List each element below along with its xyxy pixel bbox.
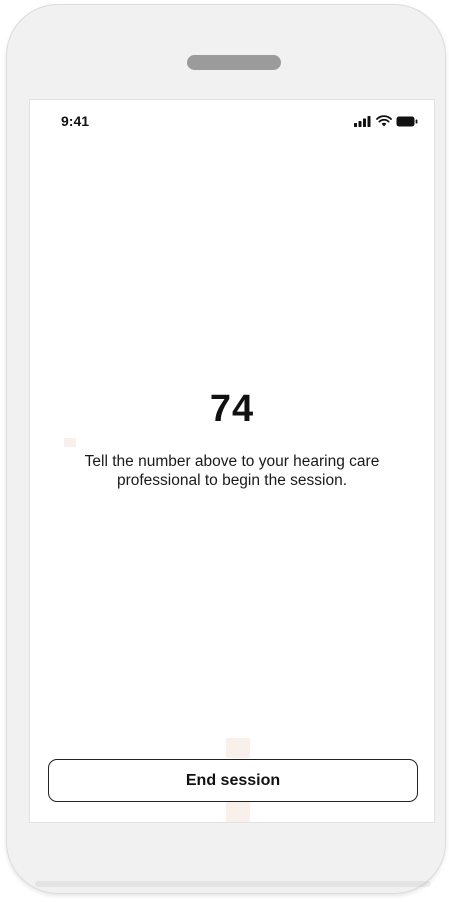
image-placeholder (226, 800, 250, 822)
speaker-grille (187, 55, 281, 70)
wifi-icon (376, 115, 392, 127)
session-number: 74 (209, 388, 255, 430)
signal-icon (354, 115, 371, 127)
session-instruction: Tell the number above to your hearing ca… (84, 453, 380, 489)
phone-bottom-edge (35, 881, 431, 887)
phone-frame: 9:41 74 Tell the number above to your he… (6, 4, 446, 894)
status-icons (354, 115, 418, 127)
app-screen: 9:41 74 Tell the number above to your he… (29, 99, 435, 823)
end-session-button[interactable]: End session (48, 759, 418, 802)
battery-icon (396, 116, 418, 126)
status-time: 9:41 (61, 113, 90, 129)
image-placeholder (226, 738, 250, 758)
image-placeholder (64, 438, 76, 447)
